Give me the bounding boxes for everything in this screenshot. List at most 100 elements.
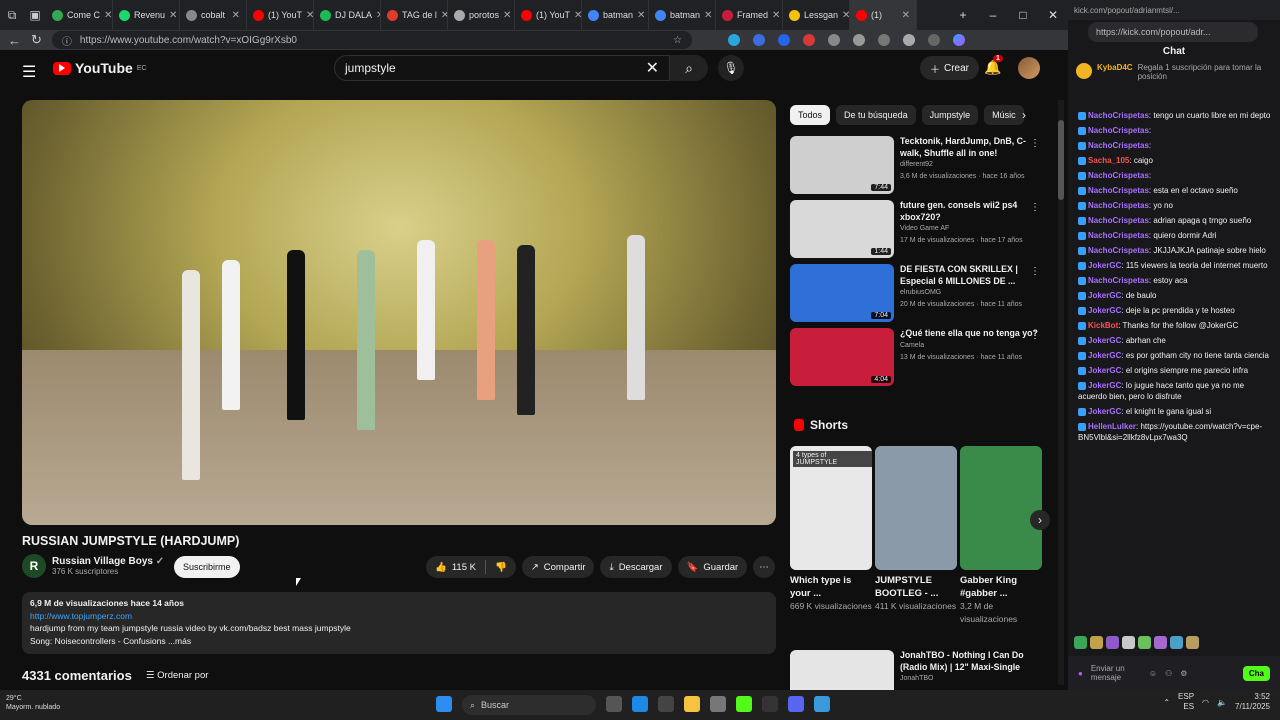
short-thumbnail[interactable]: [875, 446, 957, 570]
short-title[interactable]: JUMPSTYLE BOOTLEG - ...: [875, 574, 957, 600]
search-input[interactable]: jumpstyle ✕: [334, 55, 670, 81]
emote-picker-icon[interactable]: ●: [1078, 669, 1083, 678]
tray-overflow-icon[interactable]: ⌃: [1163, 698, 1170, 707]
close-tab-icon[interactable]: ✕: [902, 10, 910, 21]
site-info-icon[interactable]: ⓘ: [62, 33, 72, 48]
chat-username[interactable]: JokerGC: [1088, 291, 1121, 300]
recommendation-item[interactable]: 4:04 ¿Qué tiene ella que no tenga yo? Ca…: [790, 328, 1054, 388]
chat-input[interactable]: Enviar un mensaje: [1091, 664, 1141, 682]
chat-username[interactable]: KickBot: [1088, 321, 1118, 330]
recommendation-item[interactable]: JonahTBO - Nothing I Can Do (Radio Mix) …: [790, 650, 1054, 690]
close-tab-icon[interactable]: ✕: [704, 10, 712, 21]
browser-tab[interactable]: (1) YouT ✕: [515, 0, 582, 30]
kick-url-field[interactable]: https://kick.com/popout/adr...: [1088, 22, 1258, 42]
extension-icon[interactable]: [802, 34, 815, 46]
video-player[interactable]: [22, 100, 776, 525]
download-button[interactable]: ⤓ Descargar: [600, 556, 672, 578]
task-view-icon[interactable]: [606, 696, 622, 712]
browser-tab[interactable]: batman ✕: [649, 0, 716, 30]
sort-comments-button[interactable]: ☰ Ordenar por: [146, 670, 208, 681]
extension-icon[interactable]: [752, 34, 765, 46]
browser-tab[interactable]: Lessgan ✕: [783, 0, 850, 30]
new-tab-button[interactable]: +: [948, 0, 978, 30]
short-title[interactable]: Which type is your ...: [790, 574, 872, 600]
browser-tab[interactable]: DJ DALA ✕: [314, 0, 381, 30]
store-icon[interactable]: [658, 696, 674, 712]
discord-icon[interactable]: [788, 696, 804, 712]
chat-username[interactable]: NachoCrispetas: [1088, 111, 1149, 120]
chat-username[interactable]: NachoCrispetas: [1088, 126, 1149, 135]
browser-tab[interactable]: Come C ✕: [46, 0, 113, 30]
chips-next-icon[interactable]: ›: [1022, 108, 1026, 122]
notifications-button[interactable]: 🔔 1: [984, 55, 1003, 76]
file-explorer-icon[interactable]: [684, 696, 700, 712]
like-button[interactable]: 👍 115 K 👎: [426, 556, 516, 578]
browser-tab[interactable]: TAG de l ✕: [381, 0, 448, 30]
chat-username[interactable]: HellenLulker: [1088, 422, 1136, 431]
reload-icon[interactable]: ↻: [31, 32, 42, 48]
emote-icon[interactable]: [1106, 636, 1119, 649]
url-field[interactable]: ⓘ https://www.youtube.com/watch?v=xOIGg9…: [51, 31, 692, 49]
chat-username[interactable]: NachoCrispetas: [1088, 201, 1149, 210]
close-tab-icon[interactable]: ✕: [169, 10, 177, 21]
minimize-button[interactable]: –: [978, 0, 1008, 30]
taskbar-search[interactable]: ⌕ Buscar: [462, 695, 596, 715]
voice-search-button[interactable]: 🎙: [718, 55, 744, 81]
close-window-button[interactable]: ✕: [1038, 0, 1068, 30]
volume-icon[interactable]: 🔈: [1217, 698, 1227, 707]
emote-icon[interactable]: [1122, 636, 1135, 649]
chat-username[interactable]: JokerGC: [1088, 306, 1121, 315]
extension-icon[interactable]: [827, 34, 840, 46]
recommendation-item[interactable]: 7:44 Tecktonik, HardJump, DnB, C-walk, S…: [790, 136, 1054, 196]
video-description[interactable]: 6,9 M de visualizaciones hace 14 años ht…: [22, 592, 776, 654]
close-tab-icon[interactable]: ✕: [441, 10, 447, 21]
kick-app-icon[interactable]: [736, 696, 752, 712]
close-tab-icon[interactable]: ✕: [104, 10, 112, 21]
hamburger-menu-icon[interactable]: ☰: [22, 62, 36, 82]
chat-username[interactable]: JokerGC: [1088, 351, 1121, 360]
vertical-tabs-icon[interactable]: ▣: [24, 8, 46, 22]
browser-tab[interactable]: Framed ✕: [716, 0, 783, 30]
create-button[interactable]: ＋ Crear: [920, 56, 980, 80]
chat-settings-icon[interactable]: ⚙: [1180, 669, 1187, 678]
emote-icon[interactable]: [1090, 636, 1103, 649]
more-vertical-icon[interactable]: ⋮: [1030, 330, 1040, 341]
close-tab-icon[interactable]: ✕: [306, 10, 313, 21]
close-tab-icon[interactable]: ✕: [637, 10, 645, 21]
recommendation-item[interactable]: 1:44 future gen. consels wii2 ps4 xbox72…: [790, 200, 1054, 260]
emote-icon[interactable]: [1138, 636, 1151, 649]
chat-username[interactable]: NachoCrispetas: [1088, 276, 1149, 285]
users-icon[interactable]: ⚇: [1165, 669, 1172, 678]
copilot-icon[interactable]: [952, 34, 965, 46]
chrome-icon[interactable]: [710, 696, 726, 712]
extension-icon[interactable]: [852, 34, 865, 46]
filter-chip[interactable]: Todos: [790, 105, 831, 125]
short-title[interactable]: Gabber King #gabber ...: [960, 574, 1042, 600]
chat-username[interactable]: NachoCrispetas: [1088, 141, 1149, 150]
chat-username[interactable]: JokerGC: [1088, 381, 1121, 390]
emote-icon[interactable]: [1170, 636, 1183, 649]
thumbs-down-icon[interactable]: 👎: [495, 562, 507, 573]
notepad-icon[interactable]: [814, 696, 830, 712]
bookmark-star-icon[interactable]: ☆: [673, 35, 682, 46]
save-button[interactable]: 🔖 Guardar: [677, 556, 748, 578]
browser-tab[interactable]: batman ✕: [582, 0, 649, 30]
chat-username[interactable]: JokerGC: [1088, 261, 1121, 270]
close-tab-icon[interactable]: ✕: [503, 10, 511, 21]
profile-icon[interactable]: [902, 34, 915, 46]
clear-search-icon[interactable]: ✕: [646, 58, 659, 78]
channel-avatar[interactable]: R: [22, 554, 46, 578]
close-tab-icon[interactable]: ✕: [574, 10, 581, 21]
more-vertical-icon[interactable]: ⋮: [1030, 202, 1040, 213]
chat-username[interactable]: JokerGC: [1088, 407, 1121, 416]
extension-icon[interactable]: [727, 34, 740, 46]
filter-chip[interactable]: Jumpstyle: [921, 105, 979, 125]
send-chat-button[interactable]: Cha: [1242, 665, 1270, 681]
filter-chip[interactable]: Músic: [984, 105, 1024, 125]
search-button[interactable]: ⌕: [670, 55, 708, 81]
emote-icon[interactable]: [1154, 636, 1167, 649]
browser-tab[interactable]: cobalt ✕: [180, 0, 247, 30]
chat-username[interactable]: NachoCrispetas: [1088, 231, 1149, 240]
settings-more-icon[interactable]: [927, 34, 940, 46]
close-tab-icon[interactable]: ✕: [842, 10, 849, 21]
